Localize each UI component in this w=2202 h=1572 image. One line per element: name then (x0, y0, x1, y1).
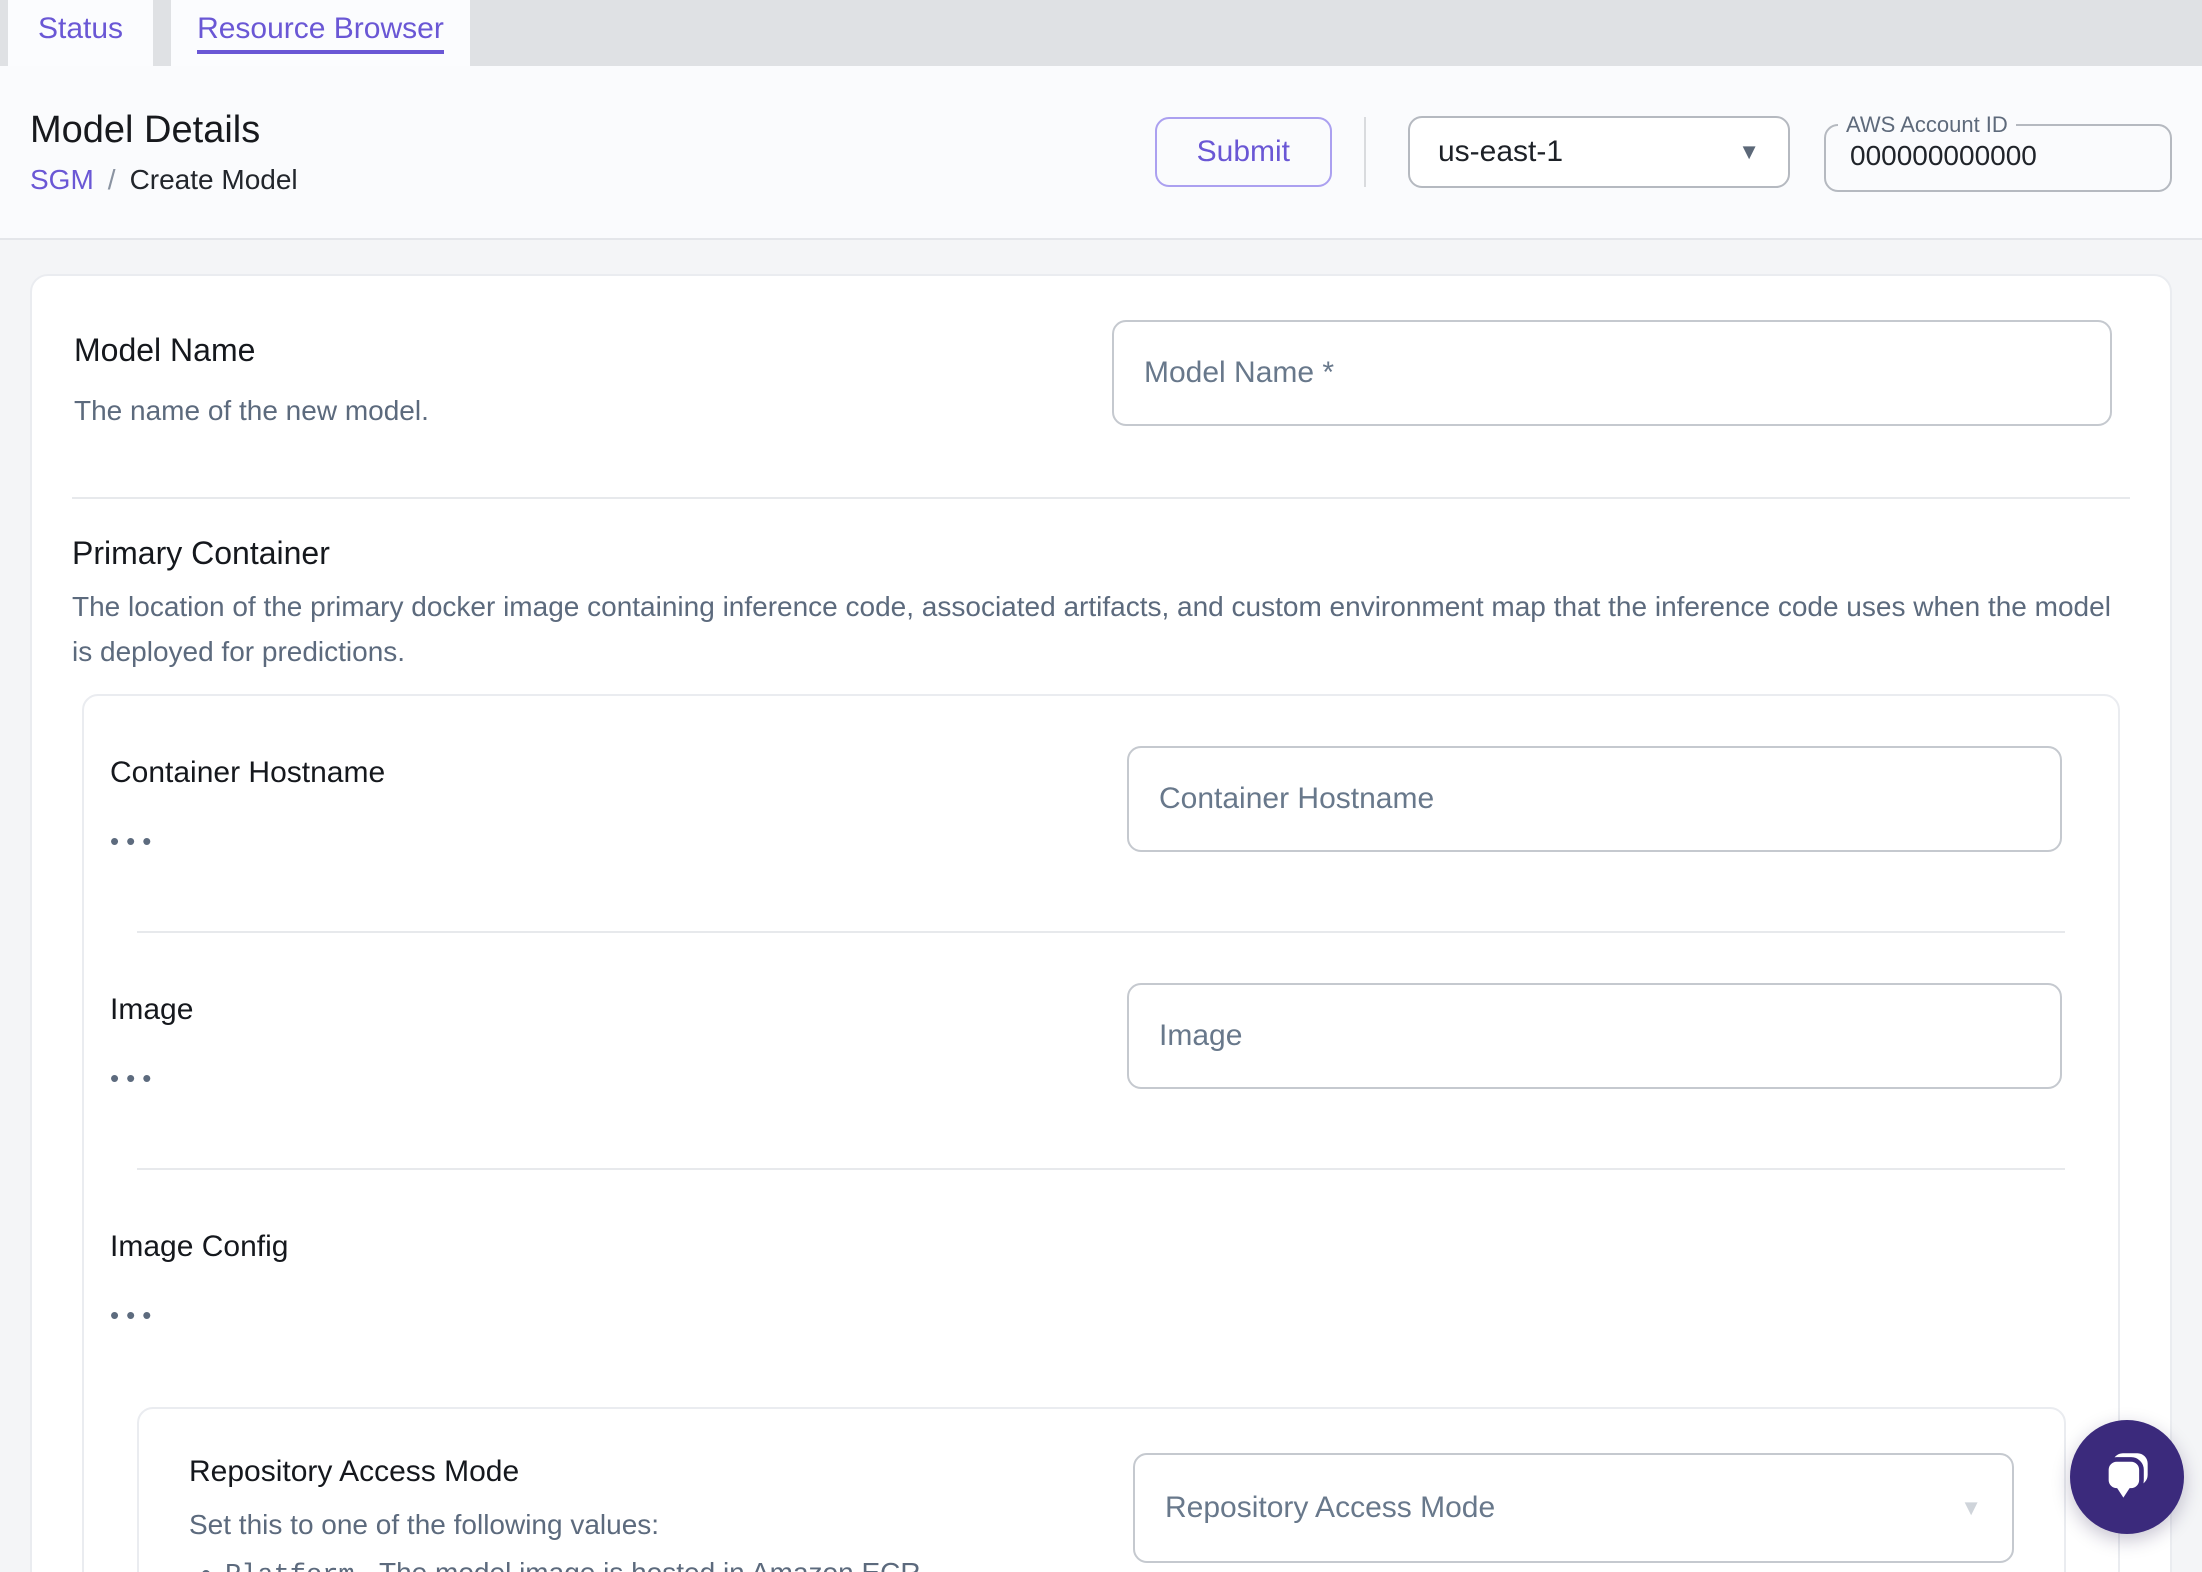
model-name-row: Model Name The name of the new model. (60, 276, 2142, 497)
chat-launcher-button[interactable] (2070, 1420, 2184, 1534)
model-name-description: The name of the new model. (74, 395, 429, 426)
page-header-actions: Submit us-east-1 ▼ AWS Account ID (1154, 112, 2172, 192)
primary-container-label: Primary Container (72, 535, 330, 571)
container-hostname-expander-button[interactable]: ••• (110, 826, 158, 857)
repository-access-mode-options-list: Platform - The model image is hosted in … (189, 1553, 1133, 1572)
image-label: Image (110, 993, 194, 1026)
image-config-expander-button[interactable]: ••• (110, 1300, 158, 1331)
image-row: Image ••• (110, 933, 2092, 1168)
list-item: Platform - The model image is hosted in … (225, 1553, 1133, 1572)
model-name-labels: Model Name The name of the new model. (74, 320, 429, 427)
page-header-left: Model Details SGM / Create Model (30, 109, 298, 196)
app-root: Status Resource Browser Model Details SG… (0, 0, 2202, 1572)
container-hostname-input[interactable] (1127, 746, 2062, 852)
breadcrumb-separator: / (107, 163, 116, 195)
repository-access-mode-select[interactable]: Repository Access Mode ▼ (1132, 1453, 2014, 1563)
container-hostname-labels: Container Hostname ••• (110, 746, 385, 857)
page-title: Model Details (30, 108, 261, 151)
model-name-input[interactable] (1112, 320, 2112, 426)
option-text: - The model image is hosted in Amazon EC… (355, 1557, 928, 1572)
image-input[interactable] (1127, 983, 2062, 1089)
repository-access-mode-row: Repository Access Mode Set this to one o… (189, 1453, 2014, 1572)
option-code: Platform (225, 1561, 355, 1572)
model-details-card: Model Name The name of the new model. Pr… (30, 274, 2172, 1572)
aws-account-id-label: AWS Account ID (1846, 112, 2008, 137)
primary-container-card: Container Hostname ••• Image ••• (82, 694, 2120, 1572)
container-hostname-label: Container Hostname (110, 756, 386, 789)
image-config-row: Image Config ••• (110, 1170, 2092, 1331)
header-divider (1364, 117, 1366, 187)
primary-container-section: Primary Container The location of the pr… (60, 499, 2142, 1572)
region-select-value: us-east-1 (1438, 135, 1564, 168)
image-expander-button[interactable]: ••• (110, 1063, 158, 1094)
tab-resource-browser-label: Resource Browser (197, 12, 444, 54)
tab-status-label: Status (38, 12, 124, 45)
repository-access-mode-label: Repository Access Mode (189, 1455, 520, 1488)
tab-status[interactable]: Status (8, 0, 154, 66)
tab-resource-browser[interactable]: Resource Browser (171, 0, 470, 66)
model-name-label: Model Name (74, 332, 256, 368)
region-select[interactable]: us-east-1 ▼ (1408, 116, 1790, 188)
image-config-labels: Image Config ••• (110, 1220, 288, 1331)
chevron-down-icon: ▼ (1960, 1495, 1982, 1520)
breadcrumb-parent-link[interactable]: SGM (30, 164, 94, 196)
chat-icon (2104, 1453, 2148, 1498)
container-hostname-row: Container Hostname ••• (110, 696, 2092, 931)
page-header: Model Details SGM / Create Model Submit … (0, 66, 2202, 240)
image-config-label: Image Config (110, 1230, 289, 1263)
breadcrumb-current: Create Model (129, 163, 298, 195)
aws-account-id-input[interactable] (1826, 138, 2170, 190)
content-area: Model Name The name of the new model. Pr… (0, 240, 2202, 1572)
repository-access-mode-placeholder: Repository Access Mode (1164, 1491, 1496, 1524)
tab-bar: Status Resource Browser (0, 0, 2202, 66)
repository-access-mode-description: Set this to one of the following values: (189, 1509, 660, 1540)
chevron-down-icon: ▼ (1738, 139, 1760, 164)
breadcrumb: SGM / Create Model (30, 164, 298, 196)
repository-access-mode-labels: Repository Access Mode Set this to one o… (189, 1453, 1133, 1572)
aws-account-id-field: AWS Account ID (1824, 112, 2172, 192)
image-config-card: Repository Access Mode Set this to one o… (137, 1407, 2066, 1572)
primary-container-description: The location of the primary docker image… (72, 591, 2111, 667)
image-labels: Image ••• (110, 983, 193, 1094)
submit-button[interactable]: Submit (1154, 117, 1332, 187)
